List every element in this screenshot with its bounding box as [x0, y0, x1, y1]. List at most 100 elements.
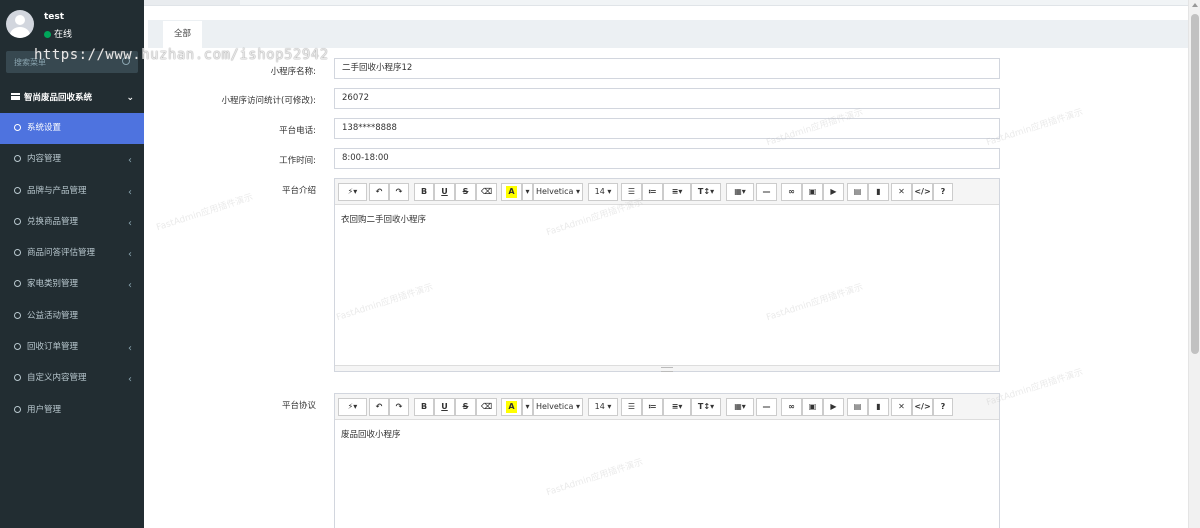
ordered-list-icon[interactable]: ≔ [642, 398, 663, 416]
name-field[interactable]: 二手回收小程序12 [334, 58, 1000, 79]
chevron-left-icon: ‹ [128, 186, 132, 198]
intro-label: 平台介绍 [281, 186, 316, 196]
unordered-list-icon[interactable]: ☰ [621, 183, 642, 201]
eraser-icon[interactable]: ⌫ [476, 183, 497, 201]
code-view-icon[interactable]: </> [912, 183, 933, 201]
phone-field[interactable]: 138****8888 [334, 118, 1000, 139]
horizontal-rule-icon[interactable]: — [756, 398, 777, 416]
line-height-icon[interactable]: T↕▾ [691, 183, 721, 201]
circle-icon [14, 343, 21, 351]
file-icon[interactable]: ▮ [868, 398, 889, 416]
unordered-list-icon[interactable]: ☰ [621, 398, 642, 416]
fullscreen-icon[interactable]: ✕ [891, 183, 912, 201]
sidebar-item-charity[interactable]: 公益活动管理 [0, 301, 144, 332]
stats-field[interactable]: 26072 [334, 88, 1000, 109]
table-icon[interactable]: ▦▾ [726, 398, 754, 416]
image-icon[interactable]: ▣ [802, 398, 823, 416]
file-icon[interactable]: ▮ [868, 183, 889, 201]
redo-icon[interactable]: ↷ [389, 183, 409, 201]
font-size-dropdown[interactable]: 14 ▾ [588, 183, 618, 201]
bold-icon[interactable]: B [414, 183, 434, 201]
sidebar-item-label: 回收订单管理 [27, 342, 79, 353]
sidebar-item-brand-product[interactable]: 品牌与产品管理 ‹ [0, 176, 144, 207]
line-height-icon[interactable]: T↕▾ [691, 398, 721, 416]
list-icon [11, 93, 20, 100]
caret-down-icon[interactable]: ▾ [522, 398, 533, 416]
underline-icon[interactable]: U [434, 398, 455, 416]
menu-search-input[interactable] [6, 51, 138, 73]
strikethrough-icon[interactable]: S [455, 183, 476, 201]
intro-editor: ⚡▾ ↶ ↷ B U S ⌫ A ▾ Helvetica ▾ 14 ▾ ☰ ≔ … [334, 178, 1000, 372]
sidebar-item-label: 家电类别管理 [27, 279, 79, 290]
online-status-icon [44, 31, 51, 38]
font-size-value: 14 [594, 187, 605, 196]
main-content: 全部 小程序名称: 小程序访问统计(可修改): 平台电话: 工作时间: 平台介绍… [144, 0, 1188, 528]
sidebar-item-custom-content[interactable]: 自定义内容管理 ‹ [0, 363, 144, 394]
font-name-dropdown[interactable]: Helvetica ▾ [533, 398, 583, 416]
form-labels: 小程序名称: 小程序访问统计(可修改): 平台电话: 工作时间: 平台介绍 平台… [144, 0, 317, 528]
sidebar-section-header[interactable]: 智尚废品回收系统 ⌄ [0, 87, 144, 109]
sidebar-item-label: 用户管理 [27, 404, 62, 415]
sidebar-item-appliance-category[interactable]: 家电类别管理 ‹ [0, 269, 144, 300]
circle-icon [14, 186, 21, 194]
sidebar-item-recycle-orders[interactable]: 回收订单管理 ‹ [0, 332, 144, 363]
scroll-up-icon[interactable] [1192, 3, 1198, 7]
page-scrollbar[interactable] [1188, 0, 1200, 528]
sidebar-item-label: 品牌与产品管理 [27, 185, 87, 196]
ordered-list-icon[interactable]: ≔ [642, 183, 663, 201]
text-color-icon[interactable]: A [501, 183, 522, 201]
sidebar-item-qa-evaluation[interactable]: 商品问答评估管理 ‹ [0, 238, 144, 269]
horizontal-rule-icon[interactable]: — [756, 183, 777, 201]
sidebar-item-label: 系统设置 [27, 123, 62, 133]
circle-icon [14, 280, 21, 288]
sidebar-item-label: 商品问答评估管理 [27, 248, 96, 259]
sidebar-item-system-settings[interactable]: 系统设置 [0, 113, 144, 145]
search-icon[interactable] [122, 57, 130, 65]
magic-wand-icon[interactable]: ⚡▾ [338, 183, 367, 201]
sidebar-item-exchange-goods[interactable]: 兑换商品管理 ‹ [0, 207, 144, 238]
underline-icon[interactable]: U [434, 183, 455, 201]
strikethrough-icon[interactable]: S [455, 398, 476, 416]
eraser-icon[interactable]: ⌫ [476, 398, 497, 416]
link-icon[interactable]: ∞ [781, 398, 802, 416]
help-icon[interactable]: ? [933, 183, 953, 201]
chevron-down-icon: ⌄ [126, 93, 134, 103]
intro-editor-body[interactable]: 衣回购二手回收小程序 [335, 205, 999, 365]
user-panel: test 在线 [0, 0, 144, 48]
align-icon[interactable]: ≡▾ [663, 398, 691, 416]
redo-icon[interactable]: ↷ [389, 398, 409, 416]
video-icon[interactable]: ▶ [823, 183, 844, 201]
table-icon[interactable]: ▦▾ [726, 183, 754, 201]
circle-icon [14, 155, 21, 163]
text-color-icon[interactable]: A [501, 398, 522, 416]
image-icon[interactable]: ▣ [802, 183, 823, 201]
link-icon[interactable]: ∞ [781, 183, 802, 201]
font-name-dropdown[interactable]: Helvetica ▾ [533, 183, 583, 201]
magic-wand-icon[interactable]: ⚡▾ [338, 398, 367, 416]
code-view-icon[interactable]: </> [912, 398, 933, 416]
bold-icon[interactable]: B [414, 398, 434, 416]
hours-field[interactable]: 8:00-18:00 [334, 148, 1000, 169]
name-label: 小程序名称: [270, 67, 316, 77]
circle-icon [14, 311, 21, 319]
agreement-editor-body[interactable]: 废品回收小程序 [335, 420, 999, 448]
attachment-image-icon[interactable]: ▤ [847, 398, 868, 416]
undo-icon[interactable]: ↶ [369, 183, 389, 201]
avatar[interactable] [6, 10, 34, 38]
sidebar-item-content[interactable]: 内容管理 ‹ [0, 144, 144, 175]
circle-icon [14, 249, 21, 257]
caret-down-icon[interactable]: ▾ [522, 183, 533, 201]
video-icon[interactable]: ▶ [823, 398, 844, 416]
font-name-value: Helvetica [535, 402, 574, 411]
sidebar-item-users[interactable]: 用户管理 [0, 395, 144, 426]
undo-icon[interactable]: ↶ [369, 398, 389, 416]
editor-resize-handle[interactable] [335, 365, 999, 372]
sidebar: test 在线 智尚废品回收系统 ⌄ 系统设置 内容管理 ‹ 品牌与产品管理 ‹ 兑… [0, 0, 144, 528]
font-name-value: Helvetica [535, 187, 574, 196]
font-size-dropdown[interactable]: 14 ▾ [588, 398, 618, 416]
help-icon[interactable]: ? [933, 398, 953, 416]
attachment-image-icon[interactable]: ▤ [847, 183, 868, 201]
fullscreen-icon[interactable]: ✕ [891, 398, 912, 416]
align-icon[interactable]: ≡▾ [663, 183, 691, 201]
scrollbar-thumb[interactable] [1191, 14, 1199, 354]
